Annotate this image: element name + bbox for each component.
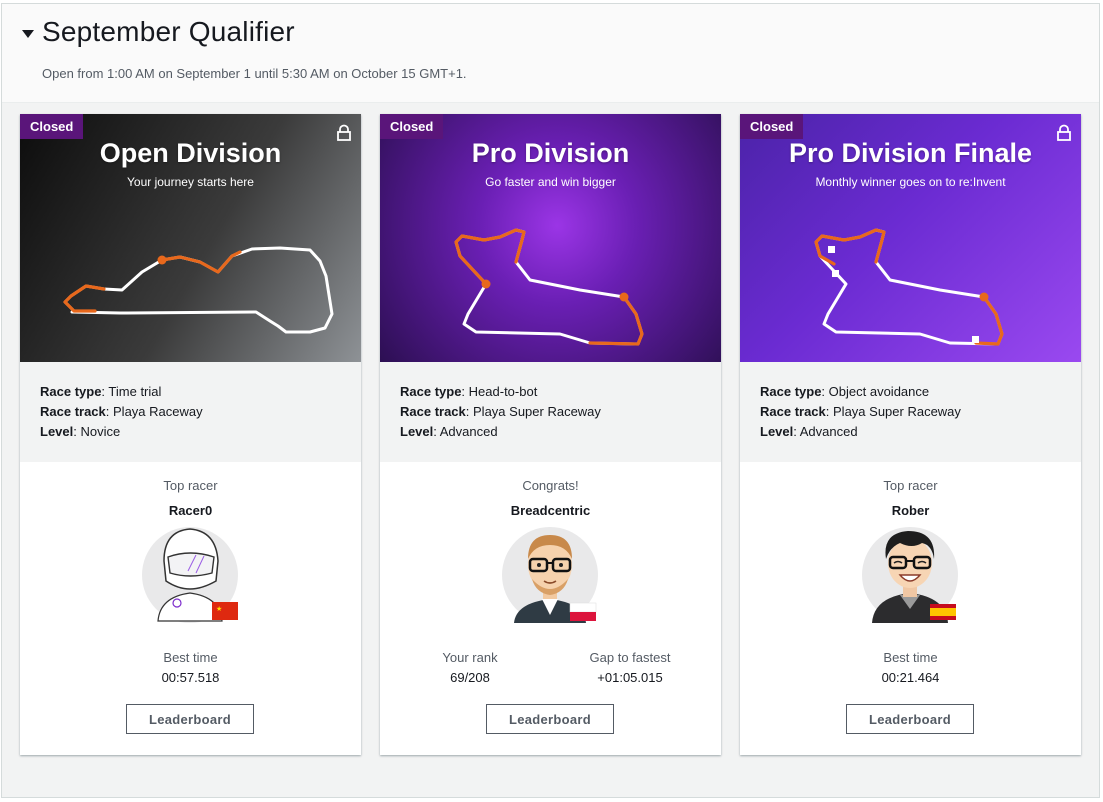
best-time-value: 00:21.464 [881, 670, 940, 685]
racer-name: Rober [891, 503, 930, 518]
status-badge: Closed [20, 114, 84, 139]
race-track-line: Race track: Playa Super Raceway [760, 404, 961, 419]
division-card-pro: Closed Pro Division Go faster and win bi… [380, 114, 721, 755]
race-type-line: Race type: Object avoidance [760, 384, 930, 399]
svg-text:★: ★ [216, 605, 222, 613]
leaderboard-button[interactable]: Leaderboard [486, 704, 614, 734]
racer-heading: Top racer [163, 478, 218, 493]
leaderboard-button[interactable]: Leaderboard [126, 704, 254, 734]
caret-down-icon[interactable] [22, 30, 34, 38]
racer-name: Breadcentric [510, 503, 591, 518]
race-info: Race type: Head-to-bot Race track: Playa… [380, 362, 721, 462]
gap-value: +01:05.015 [597, 670, 663, 685]
division-tagline: Go faster and win bigger [485, 175, 616, 189]
race-track-line: Race track: Playa Super Raceway [400, 404, 601, 419]
card-hero: Closed Pro Division Finale Monthly winne… [740, 114, 1081, 362]
division-title: Open Division [99, 138, 282, 168]
division-card-open: Closed Open Division Your journey starts… [20, 114, 361, 755]
racer-name: Racer0 [168, 503, 213, 518]
obstacle-marker [828, 246, 835, 253]
race-type-line: Race type: Head-to-bot [400, 384, 538, 399]
race-info: Race type: Object avoidance Race track: … [740, 362, 1081, 462]
racer-heading: Congrats! [522, 478, 579, 493]
obstacle-marker [832, 270, 839, 277]
division-title: Pro Division Finale [788, 138, 1033, 168]
section-title: September Qualifier [42, 16, 295, 47]
level-line: Level: Novice [40, 424, 121, 439]
gap-label: Gap to fastest [589, 650, 671, 665]
rank-label: Your rank [442, 650, 498, 665]
race-track-line: Race track: Playa Raceway [40, 404, 203, 419]
race-info: Race type: Time trial Race track: Playa … [20, 362, 361, 462]
status-badge: Closed [740, 114, 804, 139]
best-time-label: Best time [163, 650, 218, 665]
racer-avatar-hoodie [862, 527, 958, 623]
level-line: Level: Advanced [760, 424, 858, 439]
obstacle-marker [972, 336, 979, 343]
track-map-icon [63, 246, 334, 334]
rank-value: 69/208 [450, 670, 490, 685]
section-subtitle: Open from 1:00 AM on September 1 until 5… [42, 66, 467, 81]
division-card-finale: Closed Pro Division Finale Monthly winne… [740, 114, 1081, 755]
card-hero: Closed Pro Division Go faster and win bi… [380, 114, 721, 362]
status-badge: Closed [380, 114, 444, 139]
division-tagline: Your journey starts here [127, 175, 254, 189]
division-tagline: Monthly winner goes on to re:Invent [815, 175, 1006, 189]
division-title: Pro Division [471, 138, 630, 168]
best-time-label: Best time [883, 650, 938, 665]
best-time-value: 00:57.518 [161, 670, 220, 685]
racer-heading: Top racer [883, 478, 938, 493]
racer-avatar-helmet: ★ [142, 527, 238, 623]
poland-flag-icon [569, 602, 597, 613]
track-map-icon [814, 228, 1004, 346]
card-hero: Closed Open Division Your journey starts… [20, 114, 361, 362]
racer-avatar-glasses [502, 527, 598, 623]
leaderboard-button[interactable]: Leaderboard [846, 704, 974, 734]
track-map-icon [454, 228, 644, 346]
level-line: Level: Advanced [400, 424, 498, 439]
race-type-line: Race type: Time trial [40, 384, 162, 399]
section-header[interactable]: September Qualifier Open from 1:00 AM on… [2, 4, 1099, 103]
